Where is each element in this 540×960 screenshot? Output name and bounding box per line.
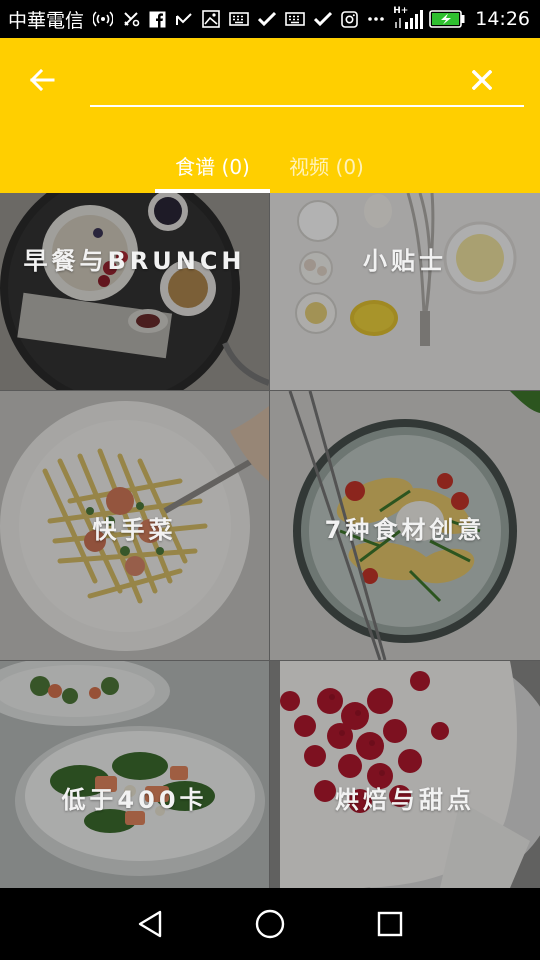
tab-videos[interactable]: 视频 (0) — [270, 138, 383, 193]
status-bar: 中華電信 H+ 14:26 — [0, 0, 540, 38]
triangle-back-icon — [138, 910, 162, 938]
category-tile-breakfast[interactable]: 早餐与BRUNCH — [0, 193, 269, 390]
nav-recents-button[interactable] — [370, 904, 410, 944]
more-icon — [368, 17, 384, 21]
tile-overlay — [0, 193, 269, 390]
hotspot-icon — [93, 11, 114, 27]
back-button[interactable] — [22, 60, 62, 100]
notification-icons — [93, 10, 385, 28]
circle-home-icon — [255, 909, 285, 939]
search-input[interactable] — [90, 68, 474, 104]
square-recents-icon — [377, 911, 403, 937]
system-status: H+ 14:26 — [393, 6, 530, 30]
battery-charging-icon — [429, 10, 465, 28]
nav-home-button[interactable] — [250, 904, 290, 944]
nav-back-button[interactable] — [130, 904, 170, 944]
result-tabs: 食谱 (0) 视频 (0) — [0, 138, 540, 193]
category-tile-tips[interactable]: 小贴士 — [270, 193, 540, 390]
tile-overlay — [0, 661, 269, 888]
status-clock: 14:26 — [475, 8, 530, 30]
instagram-icon — [341, 10, 358, 28]
close-icon — [472, 70, 492, 90]
clear-search-button[interactable] — [462, 60, 502, 100]
category-tile-under-400-kcal[interactable]: 低于400卡 — [0, 661, 269, 888]
search-underline — [90, 105, 524, 107]
keyboard-icon — [285, 12, 305, 26]
check-icon — [258, 11, 277, 27]
category-grid: 早餐与BRUNCH 小贴士 快手菜 7种食材创意 低于400卡 烘焙与甜点 — [0, 193, 540, 888]
check-icon — [314, 11, 333, 27]
keyboard-icon — [229, 12, 249, 26]
tab-videos-label: 视频 (0) — [289, 155, 364, 179]
tile-overlay — [270, 193, 540, 390]
category-label: 低于400卡 — [61, 786, 208, 814]
category-label: 小贴士 — [363, 247, 447, 275]
tile-overlay — [270, 661, 540, 888]
category-label: 烘焙与甜点 — [335, 786, 475, 814]
category-tile-seven-ingredients[interactable]: 7种食材创意 — [270, 391, 540, 660]
category-label: 快手菜 — [92, 516, 177, 544]
system-navigation-bar — [0, 888, 540, 960]
facebook-icon — [149, 11, 166, 28]
carrier-name: 中華電信 — [8, 9, 85, 32]
tab-recipes-label: 食谱 (0) — [175, 155, 250, 179]
signal-app-icon — [176, 13, 192, 25]
usb-icon — [124, 12, 140, 27]
category-tile-baking-desserts[interactable]: 烘焙与甜点 — [270, 661, 540, 888]
arrow-left-icon — [29, 69, 55, 91]
image-icon — [202, 10, 220, 28]
category-label: 早餐与BRUNCH — [23, 247, 246, 275]
category-tile-quick-dishes[interactable]: 快手菜 — [0, 391, 269, 660]
category-label: 7种食材创意 — [324, 516, 486, 544]
tab-recipes[interactable]: 食谱 (0) — [155, 138, 270, 193]
signal-icon: H+ — [393, 6, 424, 30]
search-app-bar: 食谱 (0) 视频 (0) — [0, 38, 540, 193]
